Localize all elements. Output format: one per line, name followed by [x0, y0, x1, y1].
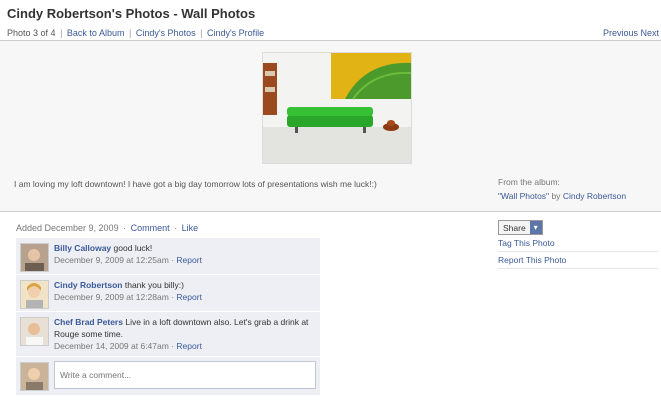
- tag-photo-item: Tag This Photo: [498, 235, 658, 252]
- album-owner-link[interactable]: Cindy Robertson: [563, 191, 626, 201]
- separator: ·: [171, 292, 175, 302]
- photo-sidebar: Share ▾ Tag This Photo Report This Photo: [498, 220, 658, 269]
- avatar-image: [21, 363, 48, 390]
- avatar-image: [21, 244, 48, 271]
- album-by: by: [551, 191, 561, 201]
- photo-caption: I am loving my loft downtown! I have got…: [14, 179, 377, 189]
- comment-text: good luck!: [113, 243, 153, 253]
- comment-time: December 14, 2009 at 6:47am: [54, 341, 169, 351]
- separator: |: [60, 28, 63, 38]
- separator: ·: [171, 255, 175, 265]
- photo-counter: Photo 3 of 4: [7, 28, 56, 38]
- avatar[interactable]: [20, 317, 49, 346]
- report-link[interactable]: Report: [176, 341, 202, 351]
- cindys-photos-link[interactable]: Cindy's Photos: [136, 28, 196, 38]
- album-link[interactable]: "Wall Photos": [498, 191, 549, 201]
- comment-text: thank you billy:): [124, 280, 184, 290]
- report-photo-item: Report This Photo: [498, 252, 658, 269]
- pager: Previous Next: [603, 28, 659, 38]
- photo-nav: Photo 3 of 4 | Back to Album | Cindy's P…: [7, 28, 264, 38]
- separator: |: [200, 28, 203, 38]
- share-button[interactable]: Share ▾: [498, 220, 543, 235]
- back-to-album-link[interactable]: Back to Album: [67, 28, 125, 38]
- avatar-image: [21, 281, 48, 308]
- previous-link[interactable]: Previous: [603, 28, 638, 38]
- album-prefix: From the album:: [498, 177, 560, 187]
- page-title: Cindy Robertson's Photos - Wall Photos: [7, 6, 256, 21]
- photo-meta: Added December 9, 2009 · Comment · Like: [16, 223, 198, 233]
- report-photo-link[interactable]: Report This Photo: [498, 255, 566, 265]
- tag-photo-link[interactable]: Tag This Photo: [498, 238, 555, 248]
- separator: ·: [171, 341, 175, 351]
- comment-list: Billy Calloway good luck! December 9, 20…: [16, 238, 320, 395]
- commenter-name[interactable]: Cindy Robertson: [54, 280, 122, 290]
- photo-area: I am loving my loft downtown! I have got…: [0, 40, 661, 212]
- dropdown-arrow-icon[interactable]: ▾: [529, 221, 542, 234]
- report-link[interactable]: Report: [176, 255, 202, 265]
- comment-input[interactable]: [54, 361, 316, 389]
- comment-item: Chef Brad Peters Live in a loft downtown…: [16, 312, 320, 357]
- separator: ·: [174, 223, 178, 233]
- separator: |: [128, 28, 132, 38]
- loft-photo[interactable]: [262, 52, 412, 164]
- comment-item: Billy Calloway good luck! December 9, 20…: [16, 238, 320, 275]
- avatar[interactable]: [20, 243, 49, 272]
- loft-illustration: [263, 53, 411, 163]
- comment-link[interactable]: Comment: [131, 223, 170, 233]
- share-label: Share: [503, 222, 526, 233]
- avatar-image: [21, 318, 48, 345]
- cindys-profile-link[interactable]: Cindy's Profile: [207, 28, 264, 38]
- next-link[interactable]: Next: [640, 28, 659, 38]
- comment-time: December 9, 2009 at 12:28am: [54, 292, 169, 302]
- comment-time: December 9, 2009 at 12:25am: [54, 255, 169, 265]
- comment-composer: [16, 357, 320, 395]
- comment-item: Cindy Robertson thank you billy:) Decemb…: [16, 275, 320, 312]
- commenter-name[interactable]: Chef Brad Peters: [54, 317, 123, 327]
- avatar[interactable]: [20, 280, 49, 309]
- album-info: From the album: "Wall Photos" by Cindy R…: [498, 175, 626, 203]
- separator: ·: [123, 223, 127, 233]
- commenter-name[interactable]: Billy Calloway: [54, 243, 111, 253]
- like-link[interactable]: Like: [182, 223, 199, 233]
- added-date: Added December 9, 2009: [16, 223, 119, 233]
- avatar: [20, 362, 49, 391]
- report-link[interactable]: Report: [176, 292, 202, 302]
